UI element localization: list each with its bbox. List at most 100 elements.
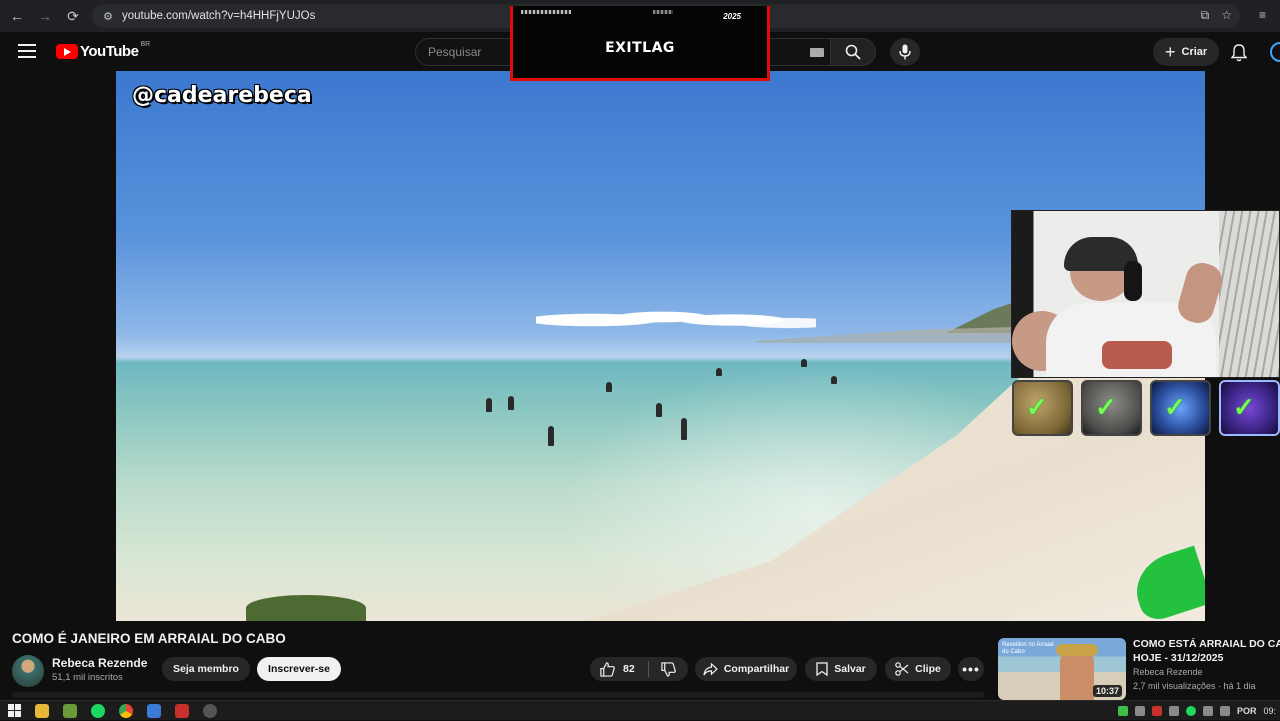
like-button[interactable]: 82 xyxy=(590,657,648,681)
tray-language[interactable]: POR xyxy=(1237,706,1257,716)
recommendation-title-line: HOJE - 31/12/2025 xyxy=(1133,652,1224,665)
thumbnail-hat xyxy=(1056,644,1098,656)
thumbs-up-icon xyxy=(600,661,615,677)
like-dislike-group: 82 xyxy=(590,657,688,681)
check-icon: ✓ xyxy=(1095,392,1117,422)
more-icon: ••• xyxy=(962,661,980,677)
video-swimmer xyxy=(656,403,662,417)
video-swimmer xyxy=(486,398,492,412)
check-icon: ✓ xyxy=(1026,392,1048,422)
region-code: BR xyxy=(140,41,151,48)
youtube-logo-text: YouTube xyxy=(80,43,139,60)
more-actions-button[interactable]: ••• xyxy=(958,657,984,681)
recommendation-channel[interactable]: Rebeca Rezende xyxy=(1133,667,1203,677)
create-label: Criar xyxy=(1181,46,1208,58)
subscribe-button[interactable]: Inscrever-se xyxy=(257,657,341,681)
plus-icon: + xyxy=(1165,42,1176,62)
site-settings-icon[interactable]: ⚙ xyxy=(98,10,118,23)
share-label: Compartilhar xyxy=(723,663,790,675)
achievement-tile: ✓ xyxy=(1219,380,1280,436)
video-duration: 10:37 xyxy=(1092,685,1122,697)
tray-volume-icon[interactable] xyxy=(1219,706,1230,716)
windows-start-icon[interactable] xyxy=(8,704,21,717)
search-icon xyxy=(845,44,861,60)
video-rock xyxy=(246,595,366,621)
forward-icon[interactable]: → xyxy=(31,2,59,30)
taskbar-app-icon[interactable] xyxy=(147,703,161,718)
webcam-overlay xyxy=(1011,210,1280,378)
check-icon: ✓ xyxy=(1233,392,1255,422)
create-button[interactable]: + Criar xyxy=(1153,38,1220,66)
clip-button[interactable]: Clipe xyxy=(885,657,951,681)
video-swimmer xyxy=(831,376,837,384)
headphones-icon xyxy=(1124,261,1142,301)
chrome-icon[interactable] xyxy=(119,703,133,718)
url-text[interactable]: youtube.com/watch?v=h4HHFjYUJOs xyxy=(122,10,315,22)
search-button[interactable] xyxy=(830,38,876,66)
mic-icon xyxy=(899,44,911,60)
taskbar: POR 09: xyxy=(0,700,1280,720)
video-swimmer xyxy=(716,368,722,376)
webcam-curtain xyxy=(1219,211,1279,377)
taskbar-app-icon[interactable] xyxy=(63,703,77,718)
spotify-icon[interactable] xyxy=(91,703,105,718)
webcam-shirt-print xyxy=(1102,341,1172,369)
taskbar-app-icon[interactable] xyxy=(175,703,189,718)
channel-avatar[interactable] xyxy=(12,655,44,687)
back-icon[interactable]: ← xyxy=(3,2,31,30)
hamburger-menu-icon[interactable] xyxy=(18,44,36,58)
save-label: Salvar xyxy=(834,663,866,675)
video-swimmer xyxy=(606,382,612,392)
install-app-icon[interactable]: ⧉ xyxy=(1201,8,1210,23)
share-icon xyxy=(703,662,718,676)
check-icon: ✓ xyxy=(1164,392,1186,422)
system-tray: POR 09: xyxy=(1117,701,1280,721)
search-placeholder[interactable]: Pesquisar xyxy=(428,45,481,59)
achievement-tile: ✓ xyxy=(1012,380,1073,436)
recommendation-thumbnail[interactable]: Reveillon no Arraial do Cabo 10:37 xyxy=(998,638,1126,700)
tray-spotify-icon[interactable] xyxy=(1185,706,1196,716)
youtube-logo[interactable]: YouTube BR xyxy=(56,41,151,60)
video-swimmer xyxy=(801,359,807,367)
exitlag-overlay: 2025 EXITLAG xyxy=(510,6,770,81)
exitlag-stripe xyxy=(521,10,571,14)
tray-clock[interactable]: 09: xyxy=(1263,706,1276,716)
reading-list-icon[interactable]: ≡ xyxy=(1259,8,1266,22)
file-explorer-icon[interactable] xyxy=(35,703,49,718)
exitlag-badge: 2025 xyxy=(723,12,741,21)
join-button[interactable]: Seja membro xyxy=(162,657,250,681)
obs-icon[interactable] xyxy=(203,703,217,718)
exitlag-stripe xyxy=(653,10,673,14)
clip-label: Clipe xyxy=(915,663,941,675)
description-box-edge xyxy=(12,692,984,698)
tray-app-icon[interactable] xyxy=(1151,706,1162,716)
share-button[interactable]: Compartilhar xyxy=(695,657,797,681)
tray-network-icon[interactable] xyxy=(1202,706,1213,716)
like-count: 82 xyxy=(623,663,635,675)
save-button[interactable]: Salvar xyxy=(805,657,877,681)
recommendation-title[interactable]: COMO ESTÁ ARRAIAL DO CABO HOJE - 31/12/2… xyxy=(1133,637,1280,665)
channel-name[interactable]: Rebeca Rezende xyxy=(52,656,147,670)
bookmark-star-icon[interactable]: ☆ xyxy=(1221,8,1232,23)
thumbs-down-icon xyxy=(660,661,676,677)
video-swimmer xyxy=(548,426,554,446)
recommendation-meta: 2,7 mil visualizações · há 1 dia xyxy=(1133,681,1256,691)
video-watermark: @cadearebeca xyxy=(132,83,312,108)
keyboard-icon[interactable] xyxy=(810,48,824,57)
video-swimmer xyxy=(508,396,514,410)
voice-search-button[interactable] xyxy=(890,38,920,66)
tray-app-icon[interactable] xyxy=(1134,706,1145,716)
recommendation-title-line: COMO ESTÁ ARRAIAL DO CABO xyxy=(1133,638,1280,650)
bookmark-icon xyxy=(816,662,828,676)
youtube-play-icon xyxy=(56,44,78,59)
scissors-icon xyxy=(895,662,909,676)
video-title: COMO É JANEIRO EM ARRAIAL DO CABO xyxy=(12,631,286,646)
achievement-tiles: ✓ ✓ ✓ ✓ xyxy=(1011,380,1280,438)
dislike-button[interactable] xyxy=(649,657,687,681)
tray-app-icon[interactable] xyxy=(1117,706,1128,716)
reload-icon[interactable]: ⟳ xyxy=(59,2,87,30)
bell-icon[interactable] xyxy=(1228,42,1250,64)
video-clouds xyxy=(536,299,816,329)
tray-app-icon[interactable] xyxy=(1168,706,1179,716)
avatar[interactable] xyxy=(1270,42,1280,62)
